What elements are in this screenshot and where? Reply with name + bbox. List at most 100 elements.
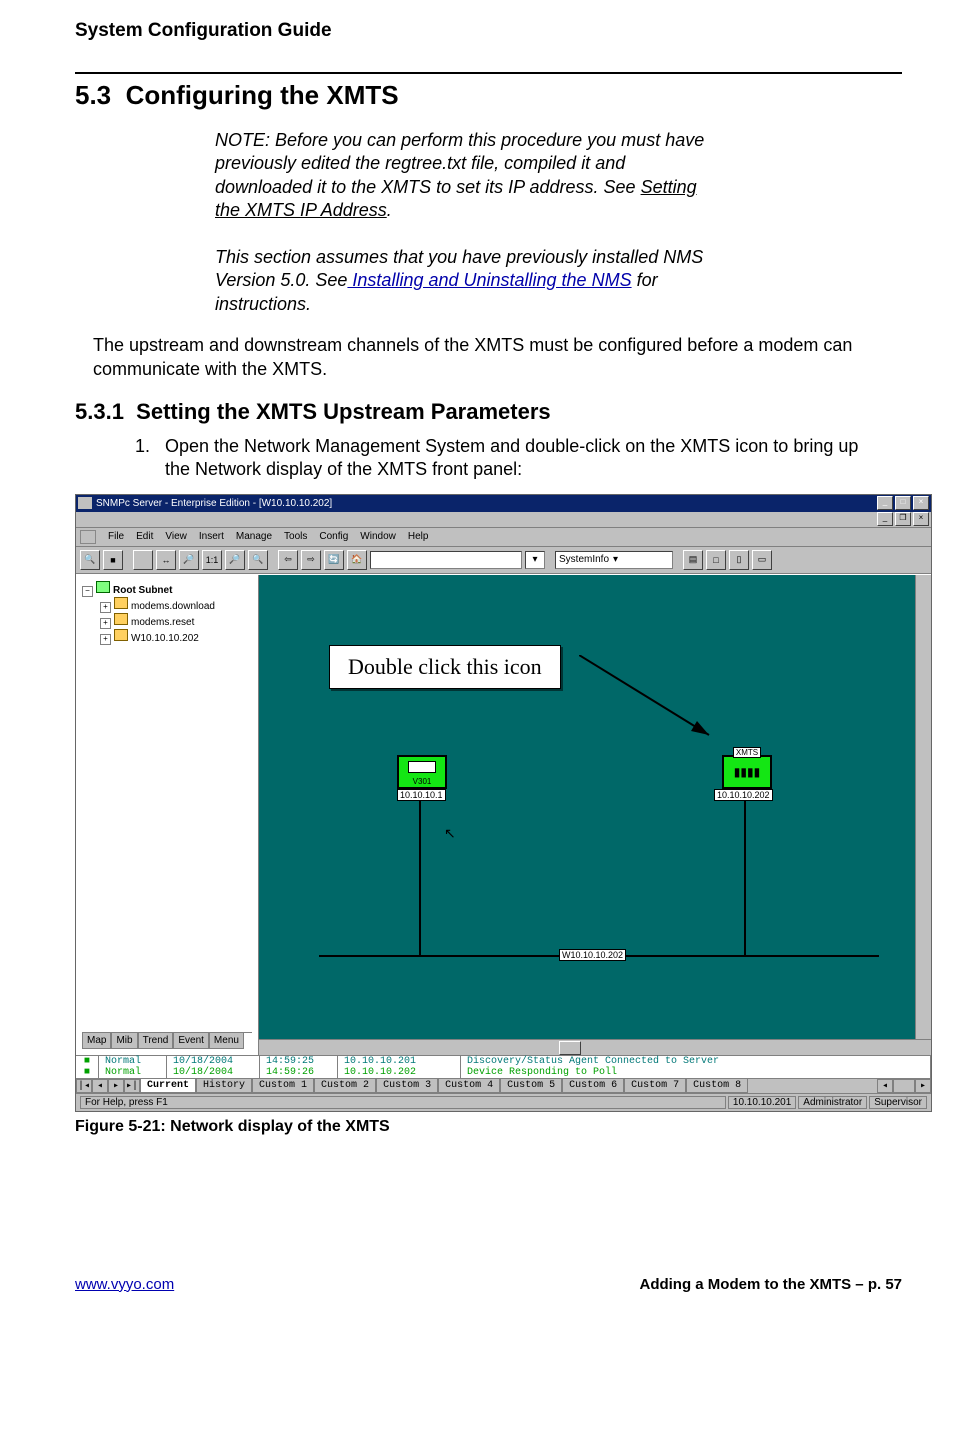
menu-insert[interactable]: Insert: [199, 531, 224, 542]
events-scroll-thumb[interactable]: [893, 1079, 915, 1093]
tree-tab-menu[interactable]: Menu: [209, 1033, 244, 1049]
network-node-v301[interactable]: V301: [397, 755, 447, 789]
event-tab[interactable]: Custom 7: [624, 1079, 686, 1093]
menu-edit[interactable]: Edit: [136, 531, 153, 542]
status-user: Administrator: [798, 1096, 867, 1109]
menu-file[interactable]: File: [108, 531, 124, 542]
status-badge: ■: [76, 1056, 99, 1067]
statusbar: For Help, press F1 10.10.10.201 Administ…: [76, 1093, 931, 1111]
events-scroll-right-button[interactable]: ▸: [915, 1079, 931, 1093]
toolbar-zoomin-button[interactable]: 🔎: [179, 550, 199, 570]
tree-tab-trend[interactable]: Trend: [138, 1033, 174, 1049]
tree-tab-map[interactable]: Map: [82, 1033, 111, 1049]
note-block: NOTE: Before you can perform this proced…: [215, 129, 715, 316]
mdi-icon[interactable]: [80, 530, 96, 544]
menu-manage[interactable]: Manage: [236, 531, 272, 542]
event-tab-current[interactable]: Current: [140, 1079, 196, 1093]
event-tab[interactable]: Custom 2: [314, 1079, 376, 1093]
mdi-minimize-button[interactable]: _: [877, 512, 893, 526]
screenshot-figure: SNMPc Server - Enterprise Edition - [W10…: [75, 494, 932, 1112]
toolbar-panel-1-button[interactable]: ▤: [683, 550, 703, 570]
toolbar-back-button[interactable]: ⇦: [278, 550, 298, 570]
node-label: V301: [413, 777, 432, 786]
event-ip: 10.10.10.202: [338, 1067, 461, 1078]
event-row[interactable]: ■ Normal 10/18/2004 14:59:26 10.10.10.20…: [76, 1067, 931, 1078]
subsection-number: 5.3.1: [75, 399, 124, 424]
toolbar-find-button[interactable]: 🔍: [80, 550, 100, 570]
event-date: 10/18/2004: [167, 1056, 260, 1067]
tree-tabs: Map Mib Trend Event Menu: [82, 1032, 252, 1049]
mdi-restore-button[interactable]: ❐: [895, 512, 911, 526]
map-canvas[interactable]: Double click this icon V301 10.10.10.1 X: [259, 575, 931, 1055]
tree-item[interactable]: +modems.reset: [100, 613, 252, 629]
toolbar-panel-2-button[interactable]: □: [706, 550, 726, 570]
event-time: 14:59:25: [260, 1056, 338, 1067]
toolbar-fit-button[interactable]: ↔: [156, 550, 176, 570]
tree-root[interactable]: −Root Subnet: [82, 581, 252, 597]
minimize-button[interactable]: _: [877, 496, 893, 510]
toolbar-zoom-button[interactable]: 🔍: [248, 550, 268, 570]
menu-window[interactable]: Window: [360, 531, 396, 542]
tree-tab-mib[interactable]: Mib: [111, 1033, 137, 1049]
toolbar-button-3[interactable]: [133, 550, 153, 570]
events-next-button[interactable]: ▸: [108, 1079, 124, 1093]
node-ip-label: 10.10.10.1: [397, 789, 446, 801]
toolbar: 🔍 ■ ↔ 🔎 1:1 🔎 🔍 ⇦ ⇨ 🔄 🏠 ▾ SystemInfo ▾ ▤…: [76, 547, 931, 574]
tree-tab-event[interactable]: Event: [173, 1033, 209, 1049]
mouse-cursor-icon: ↖: [444, 825, 456, 842]
event-level: Normal: [99, 1056, 167, 1067]
events-prev-button[interactable]: ◂: [92, 1079, 108, 1093]
event-tab[interactable]: Custom 3: [376, 1079, 438, 1093]
tree-item[interactable]: +modems.download: [100, 597, 252, 613]
footer-page-info: Adding a Modem to the XMTS – p. 57: [639, 1276, 902, 1293]
toolbar-view-dropdown[interactable]: SystemInfo ▾: [555, 551, 673, 569]
event-tab[interactable]: Custom 8: [686, 1079, 748, 1093]
toolbar-forward-button[interactable]: ⇨: [301, 550, 321, 570]
tree-item[interactable]: +W10.10.10.202: [100, 629, 252, 645]
events-last-button[interactable]: ▸|: [124, 1079, 140, 1093]
section-number: 5.3: [75, 80, 111, 110]
toolbar-home-button[interactable]: 🏠: [347, 550, 367, 570]
toolbar-panel-3-button[interactable]: ▯: [729, 550, 749, 570]
menu-help[interactable]: Help: [408, 531, 429, 542]
toolbar-address-field[interactable]: [370, 551, 522, 569]
expand-icon[interactable]: +: [100, 602, 111, 613]
event-tab[interactable]: Custom 4: [438, 1079, 500, 1093]
menu-config[interactable]: Config: [319, 531, 348, 542]
expand-icon[interactable]: +: [100, 634, 111, 645]
event-log: ■ Normal 10/18/2004 14:59:25 10.10.10.20…: [76, 1055, 931, 1093]
toolbar-11-button[interactable]: 1:1: [202, 550, 222, 570]
expand-icon[interactable]: +: [100, 618, 111, 629]
app-icon: [78, 497, 92, 509]
note-link-2[interactable]: Installing and Uninstalling the NMS: [347, 270, 631, 290]
event-tab[interactable]: History: [196, 1079, 252, 1093]
collapse-icon[interactable]: −: [82, 586, 93, 597]
toolbar-refresh-button[interactable]: 🔄: [324, 550, 344, 570]
close-button[interactable]: ×: [913, 496, 929, 510]
network-node-xmts[interactable]: XMTS ▮▮▮▮: [722, 755, 772, 789]
toolbar-zoomout-button[interactable]: 🔎: [225, 550, 245, 570]
events-scroll-left-button[interactable]: ◂: [877, 1079, 893, 1093]
body-paragraph: The upstream and downstream channels of …: [93, 334, 883, 381]
event-tab[interactable]: Custom 6: [562, 1079, 624, 1093]
event-tab[interactable]: Custom 1: [252, 1079, 314, 1093]
events-first-button[interactable]: |◂: [76, 1079, 92, 1093]
toolbar-address-chevron[interactable]: ▾: [525, 551, 545, 569]
menu-tools[interactable]: Tools: [284, 531, 307, 542]
page-footer: www.vyyo.com Adding a Modem to the XMTS …: [75, 1276, 902, 1293]
folder-icon: [114, 597, 128, 609]
toolbar-panel-4-button[interactable]: ▭: [752, 550, 772, 570]
footer-url[interactable]: www.vyyo.com: [75, 1276, 174, 1293]
event-date: 10/18/2004: [167, 1067, 260, 1078]
scrollbar-thumb[interactable]: [559, 1041, 581, 1055]
mdi-close-button[interactable]: ×: [913, 512, 929, 526]
maximize-button[interactable]: □: [895, 496, 911, 510]
event-tab[interactable]: Custom 5: [500, 1079, 562, 1093]
toolbar-button-2[interactable]: ■: [103, 550, 123, 570]
folder-icon: [114, 629, 128, 641]
vertical-scrollbar[interactable]: [915, 575, 931, 1040]
event-row[interactable]: ■ Normal 10/18/2004 14:59:25 10.10.10.20…: [76, 1056, 931, 1067]
horizontal-scrollbar[interactable]: [259, 1039, 931, 1055]
event-tabs: |◂ ◂ ▸ ▸| Current History Custom 1 Custo…: [76, 1078, 931, 1093]
menu-view[interactable]: View: [165, 531, 187, 542]
